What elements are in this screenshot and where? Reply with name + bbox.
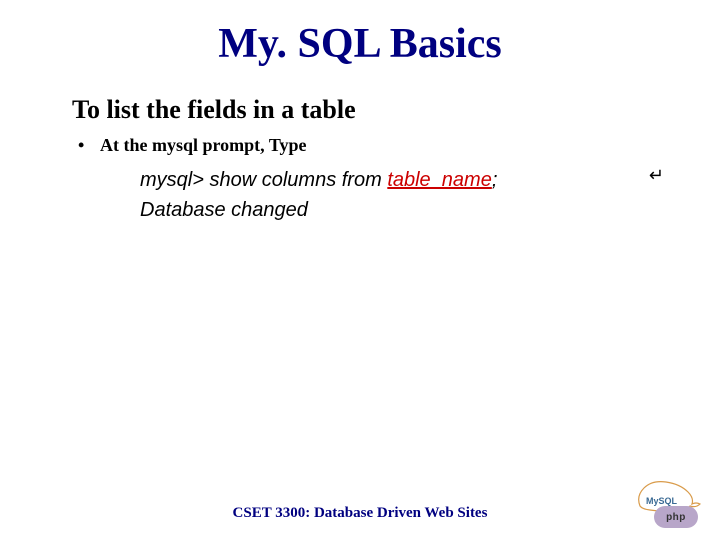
php-logo-icon: php xyxy=(654,506,698,528)
bullet-item: •At the mysql prompt, Type xyxy=(78,135,307,156)
return-key-icon: ↵ xyxy=(649,165,664,186)
slide: My. SQL Basics To list the fields in a t… xyxy=(0,0,720,540)
code-cmd-pre: show columns from xyxy=(209,169,387,191)
php-logo-text: php xyxy=(666,512,686,523)
mysql-logo-text: MySQL xyxy=(646,496,678,506)
bullet-text: At the mysql prompt, Type xyxy=(100,135,307,155)
code-line-2: Database changed xyxy=(140,195,497,225)
code-prompt: mysql> xyxy=(140,169,209,191)
slide-title: My. SQL Basics xyxy=(0,20,720,68)
code-line-1: mysql> show columns from table_name; xyxy=(140,165,497,195)
logo-group: MySQL php xyxy=(612,478,702,528)
code-table-name: table_name xyxy=(387,169,492,191)
bullet-dot-icon: • xyxy=(78,135,100,156)
code-block: mysql> show columns from table_name; Dat… xyxy=(140,165,497,225)
slide-subtitle: To list the fields in a table xyxy=(72,95,356,125)
code-cmd-post: ; xyxy=(492,169,498,191)
